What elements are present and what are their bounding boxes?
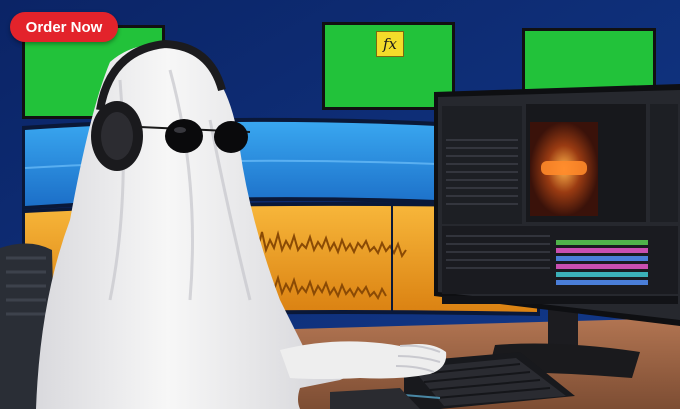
fx-icon: fx [376,31,404,57]
green-screen-right [522,28,656,92]
ghost-editor-scene: Order Now fx [0,0,680,409]
order-now-button[interactable]: Order Now [10,12,118,42]
scene-illustration [0,0,680,409]
